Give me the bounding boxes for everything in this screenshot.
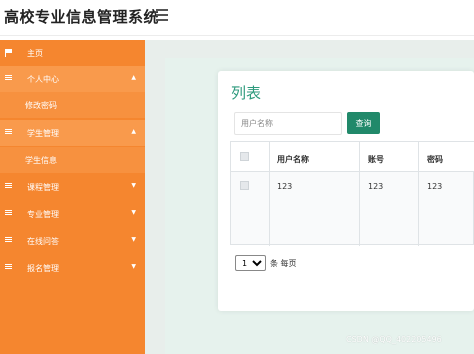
sidebar-item-student-management[interactable]: 学生管理 ▲ xyxy=(0,120,145,146)
select-all-checkbox[interactable] xyxy=(240,152,249,161)
grid-icon xyxy=(5,210,12,217)
sidebar-item-label: 主页 xyxy=(27,49,43,58)
sidebar: 主页 个人中心 ▲ 修改密码 学生管理 ▲ 学生信息 课程管理 ▼ 专业管理 ▼… xyxy=(0,40,145,354)
column-divider xyxy=(359,142,360,246)
chevron-down-icon: ▼ xyxy=(131,236,136,243)
row-checkbox[interactable] xyxy=(240,181,249,190)
page-title: 列表 xyxy=(231,84,262,102)
chevron-down-icon: ▼ xyxy=(131,182,136,189)
sidebar-item-online-qa[interactable]: 在线问答 ▼ xyxy=(0,228,145,254)
column-header: 用户名称 xyxy=(277,155,309,164)
search-button[interactable]: 查询 xyxy=(347,112,380,134)
search-input[interactable] xyxy=(234,112,342,135)
page-size-select[interactable]: 10 xyxy=(235,255,266,271)
column-header: 账号 xyxy=(368,155,384,164)
column-divider xyxy=(269,142,270,246)
sidebar-item-personal-center[interactable]: 个人中心 ▲ xyxy=(0,66,145,92)
chevron-up-icon: ▲ xyxy=(131,128,136,135)
table-cell: 123 xyxy=(277,182,293,191)
table-cell: 123 xyxy=(427,182,443,191)
sidebar-item-label: 专业管理 xyxy=(27,210,59,219)
sidebar-subitem-student-info[interactable]: 学生信息 xyxy=(0,147,145,173)
sidebar-subitem-change-password[interactable]: 修改密码 xyxy=(0,92,145,118)
sidebar-item-label: 个人中心 xyxy=(27,75,59,84)
top-header: 高校专业信息管理系统 xyxy=(0,0,474,36)
table-header-row: 用户名称 账号 密码 xyxy=(231,142,474,172)
grid-icon xyxy=(5,264,12,271)
sidebar-item-label: 在线问答 xyxy=(27,237,59,246)
data-table: 用户名称 账号 密码 123 123 123 xyxy=(230,141,474,246)
sidebar-item-home[interactable]: 主页 xyxy=(0,40,145,66)
grid-icon xyxy=(5,183,12,190)
sidebar-item-label: 课程管理 xyxy=(27,183,59,192)
hamburger-icon[interactable] xyxy=(156,9,168,21)
chevron-down-icon: ▼ xyxy=(131,263,136,270)
sidebar-item-enrollment-management[interactable]: 报名管理 ▼ xyxy=(0,255,145,281)
list-card: 列表 查询 用户名称 账号 密码 123 123 123 10 条 每页 xyxy=(218,71,474,311)
sidebar-item-label: 学生信息 xyxy=(25,156,57,165)
flag-icon xyxy=(5,49,12,57)
column-divider xyxy=(418,142,419,246)
grid-icon xyxy=(5,75,12,82)
chevron-down-icon: ▼ xyxy=(131,209,136,216)
grid-icon xyxy=(5,237,12,244)
page-size-label: 条 每页 xyxy=(270,259,297,268)
chevron-up-icon: ▲ xyxy=(131,74,136,81)
app-title: 高校专业信息管理系统 xyxy=(4,8,160,26)
sidebar-item-major-management[interactable]: 专业管理 ▼ xyxy=(0,201,145,227)
column-header: 密码 xyxy=(427,155,443,164)
sidebar-item-label: 修改密码 xyxy=(25,101,57,110)
table-cell: 123 xyxy=(368,182,384,191)
sidebar-item-label: 报名管理 xyxy=(27,264,59,273)
sidebar-item-course-management[interactable]: 课程管理 ▼ xyxy=(0,174,145,200)
watermark: CSDN @QQ_402205496 xyxy=(346,335,442,344)
sidebar-item-label: 学生管理 xyxy=(27,129,59,138)
grid-icon xyxy=(5,129,12,136)
main-content: 列表 查询 用户名称 账号 密码 123 123 123 10 条 每页 xyxy=(145,40,474,354)
